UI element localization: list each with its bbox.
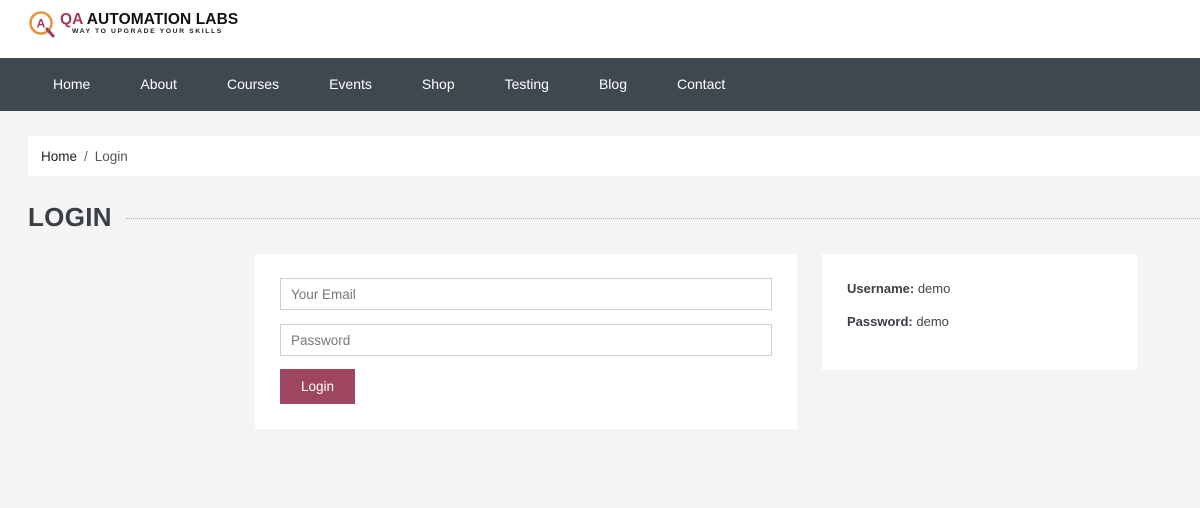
nav-item-home[interactable]: Home (28, 58, 115, 111)
username-label: Username: (847, 281, 915, 296)
demo-credentials-card: Username: demo Password: demo (822, 254, 1137, 370)
nav-item-contact[interactable]: Contact (652, 58, 750, 111)
site-logo[interactable]: A QA AUTOMATION LABS WAY TO UPGRADE YOUR… (28, 9, 238, 39)
password-value: demo (912, 314, 949, 329)
logo-title-prefix: QA (60, 10, 83, 28)
site-header: A QA AUTOMATION LABS WAY TO UPGRADE YOUR… (0, 0, 1200, 58)
password-info: Password: demo (847, 314, 1137, 329)
login-button[interactable]: Login (280, 369, 355, 404)
nav-item-testing[interactable]: Testing (480, 58, 574, 111)
page-heading: LOGIN (28, 200, 1200, 234)
heading-divider (125, 217, 1200, 219)
nav-item-events[interactable]: Events (304, 58, 397, 111)
breadcrumb-separator: / (84, 148, 88, 164)
password-label: Password: (847, 314, 913, 329)
svg-text:A: A (37, 17, 46, 31)
logo-title-name: AUTOMATION LABS (82, 10, 239, 28)
nav-item-shop[interactable]: Shop (397, 58, 480, 111)
login-form-card: Login (255, 254, 797, 429)
page-title: LOGIN (28, 201, 112, 232)
nav-item-about[interactable]: About (115, 58, 202, 111)
username-info: Username: demo (847, 281, 1137, 296)
nav-item-blog[interactable]: Blog (574, 58, 652, 111)
logo-icon: A (29, 11, 55, 38)
breadcrumb-current: Login (94, 148, 128, 164)
breadcrumb-home-link[interactable]: Home (41, 149, 77, 164)
username-value: demo (914, 281, 951, 296)
password-field[interactable] (280, 324, 772, 356)
main-nav: Home About Courses Events Shop Testing B… (0, 58, 1200, 111)
logo-tagline: WAY TO UPGRADE YOUR SKILLS (72, 28, 223, 36)
email-field[interactable] (280, 278, 772, 310)
breadcrumb: Home / Login (28, 136, 1200, 176)
nav-item-courses[interactable]: Courses (202, 58, 304, 111)
logo-title: QA AUTOMATION LABS (60, 12, 238, 28)
